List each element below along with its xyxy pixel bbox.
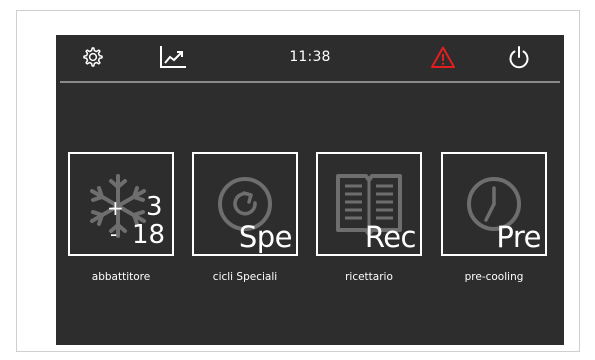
power-button[interactable] bbox=[504, 41, 534, 73]
tile-abbattitore[interactable]: + 3 - 18 bbox=[68, 152, 174, 256]
tile-cicli-speciali[interactable]: Spe bbox=[192, 152, 298, 256]
tile-pre-cooling[interactable]: Pre bbox=[441, 152, 547, 256]
abbattitore-value-minus: 18 bbox=[132, 220, 166, 250]
plus-sign: + bbox=[107, 196, 124, 220]
ricettario-badge: Rec bbox=[364, 220, 417, 254]
gear-icon bbox=[83, 47, 103, 67]
tile-label-ricettario: ricettario bbox=[345, 271, 393, 283]
tile-ricettario[interactable]: Rec bbox=[316, 152, 422, 256]
power-icon bbox=[509, 46, 529, 69]
settings-button[interactable] bbox=[78, 41, 108, 73]
status-divider bbox=[60, 81, 560, 83]
controller-screen: 11:38 + 3 - 18 abbattitore Spe cicli Spe… bbox=[56, 35, 564, 345]
warning-icon bbox=[431, 46, 455, 68]
abbattitore-value-plus: 3 bbox=[146, 192, 163, 222]
trend-chart-icon bbox=[160, 46, 186, 68]
alarm-button[interactable] bbox=[428, 41, 458, 73]
clock-time: 11:38 bbox=[289, 49, 331, 65]
cicli-speciali-badge: Spe bbox=[238, 220, 293, 254]
minus-sign: - bbox=[110, 222, 118, 246]
pre-cooling-badge: Pre bbox=[496, 220, 541, 254]
tile-label-pre-cooling: pre-cooling bbox=[464, 271, 524, 283]
tile-label-cicli-speciali: cicli Speciali bbox=[212, 271, 278, 283]
tile-label-abbattitore: abbattitore bbox=[91, 271, 151, 283]
status-bar: 11:38 bbox=[56, 35, 564, 83]
statistics-button[interactable] bbox=[156, 41, 190, 73]
